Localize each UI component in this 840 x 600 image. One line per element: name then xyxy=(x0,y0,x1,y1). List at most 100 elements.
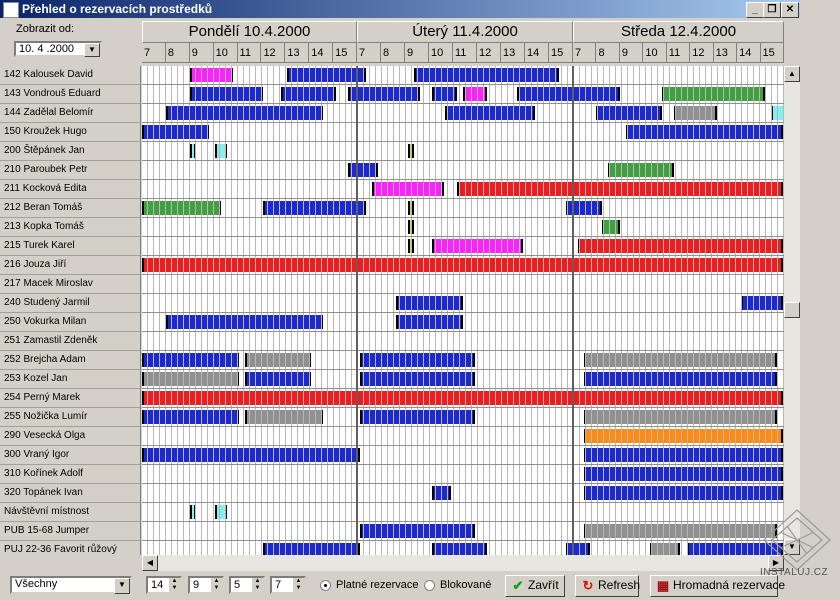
reservation-bar-orange[interactable] xyxy=(583,429,784,443)
resource-row-label[interactable]: 212 Beran Tomáš xyxy=(0,199,141,218)
grid-row[interactable] xyxy=(142,294,784,313)
reservation-bar-green[interactable] xyxy=(662,87,766,101)
reservation-bar-gray[interactable] xyxy=(583,410,778,424)
reservation-bar-blue[interactable] xyxy=(359,524,475,538)
reservation-bar-blue[interactable] xyxy=(396,315,463,329)
grid-row[interactable] xyxy=(142,503,784,522)
reservation-bar-magenta[interactable] xyxy=(190,68,233,82)
spin-arrows-icon[interactable]: ▲ ▼ xyxy=(169,578,180,592)
grid-row[interactable] xyxy=(142,313,784,332)
grid-row[interactable] xyxy=(142,237,784,256)
reservation-bar-magenta[interactable] xyxy=(371,182,445,196)
resource-row-label[interactable]: 254 Perný Marek xyxy=(0,389,141,408)
grid-row[interactable] xyxy=(142,427,784,446)
resource-row-label[interactable]: 215 Turek Karel xyxy=(0,237,141,256)
close-button[interactable]: ✔ Zavřít xyxy=(505,575,565,597)
reservation-bar-red[interactable] xyxy=(142,391,784,405)
resource-row-label[interactable]: 252 Brejcha Adam xyxy=(0,351,141,370)
reservation-bar-blue[interactable] xyxy=(359,353,475,367)
grid-row[interactable] xyxy=(142,180,784,199)
reservation-bar-blue[interactable] xyxy=(359,372,475,386)
reservation-bar-red[interactable] xyxy=(142,258,784,272)
grid-row[interactable] xyxy=(142,370,784,389)
reservation-bar-blue[interactable] xyxy=(583,467,784,481)
scroll-up-button[interactable]: ▲ xyxy=(784,66,800,82)
reservation-bar-blue[interactable] xyxy=(583,448,784,462)
resource-row-label[interactable]: 240 Studený Jarmil xyxy=(0,294,141,313)
grid-row[interactable] xyxy=(142,256,784,275)
reservation-bar-blue[interactable] xyxy=(287,68,366,82)
reservation-bar-blue[interactable] xyxy=(565,543,590,555)
reservation-bar-blue[interactable] xyxy=(740,296,784,310)
grid-row[interactable] xyxy=(142,85,784,104)
grid-row[interactable] xyxy=(142,275,784,294)
resource-row-label[interactable]: 217 Macek Miroslav xyxy=(0,275,141,294)
resource-row-label[interactable]: PUJ 22-36 Favorit růžový xyxy=(0,541,141,555)
chevron-down-icon[interactable]: ▼ xyxy=(114,578,130,594)
resource-row-label[interactable]: Návštěvní místnost xyxy=(0,503,141,522)
reservation-bar-blue[interactable] xyxy=(166,106,324,120)
grid-row[interactable] xyxy=(142,446,784,465)
reservation-bar-green[interactable] xyxy=(607,163,675,177)
horizontal-scrollbar[interactable]: ◀ ▶ xyxy=(142,555,784,571)
reservation-bar-blue[interactable] xyxy=(142,125,209,139)
grid-row[interactable] xyxy=(142,541,784,555)
close-window-button[interactable]: ✕ xyxy=(781,2,799,18)
reservation-bar-blue[interactable] xyxy=(517,87,620,101)
scroll-left-button[interactable]: ◀ xyxy=(142,555,158,571)
resource-row-label[interactable]: 143 Vondrouš Eduard xyxy=(0,85,141,104)
reservation-bar-blue[interactable] xyxy=(244,372,312,386)
spin-start-hour[interactable]: 9 ▲ ▼ xyxy=(188,576,224,594)
spin-arrows-icon[interactable]: ▲ ▼ xyxy=(252,578,263,592)
minimize-button[interactable]: _ xyxy=(746,2,764,18)
refresh-button[interactable]: ↻ Refresh xyxy=(575,575,640,597)
grid-row[interactable] xyxy=(142,199,784,218)
reservation-bar-cyan[interactable] xyxy=(190,505,197,519)
reservation-bar-blue[interactable] xyxy=(142,410,239,424)
reservation-bar-cyan[interactable] xyxy=(771,106,784,120)
chevron-down-icon[interactable]: ▼ xyxy=(84,43,100,57)
maximize-button[interactable]: ❐ xyxy=(763,2,781,18)
spin-arrows-icon[interactable]: ▲ ▼ xyxy=(293,578,304,592)
spin-days[interactable]: 14 ▲ ▼ xyxy=(146,576,182,594)
reservation-bar-blue[interactable] xyxy=(142,353,239,367)
reservation-bar-red[interactable] xyxy=(577,239,784,253)
resource-row-label[interactable]: 290 Vesecká Olga xyxy=(0,427,141,446)
reservation-bar-gray[interactable] xyxy=(583,353,778,367)
reservation-bar-gray[interactable] xyxy=(244,353,312,367)
reservation-bar-gray[interactable] xyxy=(244,410,324,424)
resource-row-label[interactable]: 200 Štěpánek Jan xyxy=(0,142,141,161)
resource-row-label[interactable]: 142 Kalousek David xyxy=(0,66,141,85)
reservation-bar-blue[interactable] xyxy=(432,543,487,555)
resource-row-label[interactable]: 216 Jouza Jiří xyxy=(0,256,141,275)
reservation-bar-green[interactable] xyxy=(601,220,620,234)
grid-row[interactable] xyxy=(142,142,784,161)
scroll-thumb[interactable] xyxy=(784,302,800,318)
resource-row-label[interactable]: 210 Paroubek Petr xyxy=(0,161,141,180)
reservation-bar-blue[interactable] xyxy=(347,87,421,101)
reservation-bar-blue[interactable] xyxy=(263,543,360,555)
resource-row-label[interactable]: 310 Kořínek Adolf xyxy=(0,465,141,484)
resource-row-label[interactable]: 255 Nožička Lumír xyxy=(0,408,141,427)
grid-row[interactable] xyxy=(142,408,784,427)
resource-row-label[interactable]: 150 Kroužek Hugo xyxy=(0,123,141,142)
reservation-bar-cyan[interactable] xyxy=(190,144,197,158)
reservation-bar-magenta[interactable] xyxy=(462,87,487,101)
reservation-bar-yellow[interactable] xyxy=(408,144,415,158)
resource-filter-select[interactable]: Všechny ▼ xyxy=(10,576,132,594)
reservation-bar-blue[interactable] xyxy=(565,201,602,215)
radio-blocked[interactable] xyxy=(424,580,435,591)
reservation-bar-green[interactable] xyxy=(142,201,221,215)
reservation-grid[interactable] xyxy=(142,66,784,555)
reservation-bar-blue[interactable] xyxy=(396,296,463,310)
reservation-bar-blue[interactable] xyxy=(583,486,784,500)
spin-step[interactable]: 5 ▲ ▼ xyxy=(229,576,265,594)
reservation-bar-blue[interactable] xyxy=(432,486,451,500)
reservation-bar-gray[interactable] xyxy=(142,372,239,386)
reservation-bar-cyan[interactable] xyxy=(214,505,227,519)
reservation-bar-yellow[interactable] xyxy=(408,239,415,253)
resource-row-label[interactable]: 211 Kocková Edita xyxy=(0,180,141,199)
reservation-bar-blue[interactable] xyxy=(281,87,336,101)
reservation-bar-blue[interactable] xyxy=(166,315,324,329)
reservation-bar-blue[interactable] xyxy=(414,68,560,82)
